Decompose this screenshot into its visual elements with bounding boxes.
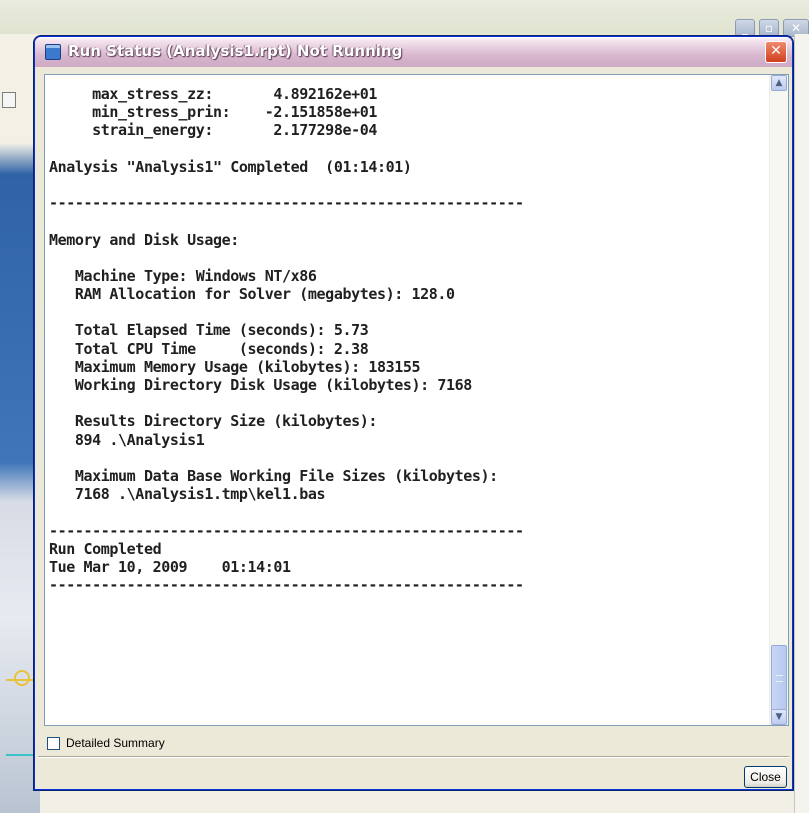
log-line: 7168 .\Analysis1.tmp\kel1.bas [49, 485, 326, 504]
close-button[interactable]: Close [744, 766, 787, 788]
background-restore-icon[interactable]: ▫ [759, 19, 779, 37]
log-line: strain_energy: 2.177298e-04 [49, 121, 377, 140]
log-line: Maximum Memory Usage (kilobytes): 183155 [49, 357, 421, 376]
log-scrollbar[interactable]: ▲ ▼ [769, 75, 788, 725]
detailed-summary-option[interactable]: Detailed Summary [47, 734, 165, 752]
background-window-titlebar: _ ▫ ✕ [0, 0, 809, 37]
dialog-titlebar[interactable]: Run Status (Analysis1.rpt) Not Running ✕ [35, 37, 792, 67]
log-line: Analysis "Analysis1" Completed (01:14:01… [49, 157, 412, 176]
log-line: ----------------------------------------… [49, 576, 524, 595]
dialog-title: Run Status (Analysis1.rpt) Not Running [68, 42, 403, 60]
background-minimize-icon[interactable]: _ [735, 19, 755, 37]
background-toolbar-icon[interactable] [2, 92, 16, 108]
log-line: Tue Mar 10, 2009 01:14:01 [49, 557, 291, 576]
window-icon [45, 44, 61, 60]
close-icon[interactable]: ✕ [765, 41, 787, 63]
background-right-panel [794, 34, 809, 813]
log-line: Run Completed [49, 539, 162, 558]
run-log-text: max_stress_zz: 4.892162e+01 min_stress_p… [45, 75, 788, 594]
scroll-down-icon[interactable]: ▼ [771, 709, 787, 725]
log-line: ----------------------------------------… [49, 521, 524, 540]
log-line: Working Directory Disk Usage (kilobytes)… [49, 376, 472, 394]
log-line: Memory and Disk Usage: [49, 230, 239, 249]
log-line: max_stress_zz: 4.892162e+01 [49, 85, 377, 103]
log-line: min_stress_prin: -2.151858e+01 [49, 103, 377, 122]
scroll-thumb[interactable] [771, 645, 787, 711]
scroll-up-icon[interactable]: ▲ [771, 75, 787, 91]
log-line: Machine Type: Windows NT/x86 [49, 266, 317, 285]
detailed-summary-checkbox[interactable] [47, 736, 60, 750]
divider [38, 756, 789, 758]
background-statusbar [40, 790, 794, 813]
log-line: Total Elapsed Time (seconds): 5.73 [49, 321, 369, 340]
log-line: RAM Allocation for Solver (megabytes): 1… [49, 285, 455, 304]
run-status-dialog: Run Status (Analysis1.rpt) Not Running ✕… [34, 36, 793, 790]
log-line: ----------------------------------------… [49, 194, 524, 213]
log-line: Results Directory Size (kilobytes): [49, 412, 377, 431]
log-line: 894 .\Analysis1 [49, 430, 205, 449]
detailed-summary-label: Detailed Summary [66, 736, 165, 750]
run-log-textarea[interactable]: max_stress_zz: 4.892162e+01 min_stress_p… [44, 74, 789, 726]
background-marker-icon [14, 670, 30, 686]
log-line: Maximum Data Base Working File Sizes (ki… [49, 466, 498, 485]
log-line: Total CPU Time (seconds): 2.38 [49, 339, 369, 358]
